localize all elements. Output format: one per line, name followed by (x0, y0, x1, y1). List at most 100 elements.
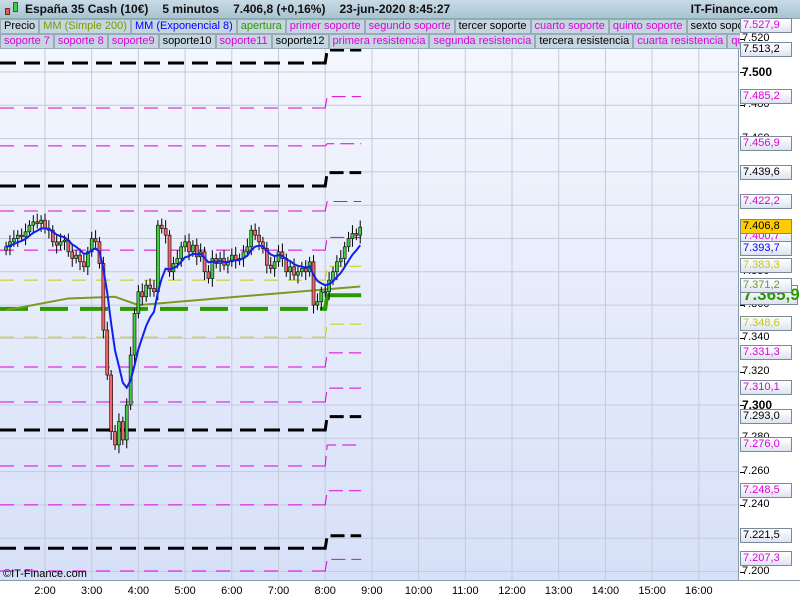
candle-body (354, 233, 359, 236)
legend-item[interactable]: primera resistencia (328, 34, 430, 49)
candle (338, 250, 343, 267)
level-price-label: 7.310,1 (740, 380, 792, 396)
legend-item[interactable]: MM (Exponencial 8) (130, 19, 237, 34)
candle (241, 245, 246, 267)
y-tick (740, 38, 744, 40)
candle-body (136, 291, 141, 314)
x-tick-label: 11:00 (451, 585, 479, 597)
candle-body (323, 291, 328, 294)
legend-item[interactable]: soporte10 (158, 34, 216, 49)
level-price-label: 7.485,2 (740, 88, 792, 104)
candle-body (144, 284, 148, 298)
last-price: 7.406,8 (+0,16%) (233, 2, 326, 16)
candle-body (117, 421, 121, 446)
legend-item[interactable]: MM (Simple 200) (39, 19, 131, 34)
y-tick-label: 7.320 (742, 364, 770, 377)
candle-body (43, 219, 47, 229)
candle-body (70, 251, 75, 259)
legend-item[interactable]: tercer soporte (454, 19, 531, 34)
candle (272, 256, 277, 277)
candle (124, 398, 129, 449)
candle (50, 225, 55, 247)
x-tick-label: 2:00 (34, 585, 56, 597)
candle (15, 230, 20, 247)
candle-body (163, 228, 168, 236)
legend-item[interactable]: quinto soporte (608, 19, 687, 34)
level-line-today (321, 236, 362, 251)
x-tick-label: 6:00 (221, 585, 243, 597)
candle (233, 246, 238, 269)
level-line-today (321, 171, 362, 188)
candle-body (105, 329, 110, 376)
level-line-today (321, 143, 362, 147)
candle (350, 225, 355, 247)
level-price-label: 7.221,5 (740, 527, 792, 543)
level-line-today (321, 48, 362, 65)
legend-item[interactable]: soporte 7 (0, 34, 54, 49)
candle (105, 321, 110, 381)
title-bar: España 35 Cash (10€) 5 minutos 7.406,8 (… (0, 0, 800, 19)
legend-item[interactable]: Precio (0, 19, 40, 34)
candle-body (358, 226, 363, 236)
x-tick-label: 10:00 (404, 585, 433, 597)
candle-body (35, 221, 40, 224)
candle-body (62, 239, 67, 243)
legend-item[interactable]: segunda resistencia (429, 34, 536, 49)
y-tick (740, 105, 744, 107)
legend-item[interactable]: soporte12 (271, 34, 329, 49)
sma200-label: 7.371,2 (740, 278, 792, 294)
legend-item[interactable]: soporte9 (107, 34, 159, 49)
candle-body (327, 279, 331, 293)
candle (66, 233, 71, 257)
candle-body (272, 261, 277, 269)
x-tick-label: 5:00 (174, 585, 196, 597)
legend-item[interactable]: cuarto soporte (530, 19, 609, 34)
candle (198, 243, 203, 262)
candlestick-logo-icon (3, 0, 21, 18)
level-line-today (321, 415, 362, 432)
candle (268, 256, 273, 274)
legend-item[interactable]: segundo soporte (364, 19, 455, 34)
legend-item[interactable]: apertura (236, 19, 286, 34)
candle-body (148, 284, 152, 289)
candle-body (82, 261, 86, 268)
chart-plot-area[interactable] (0, 19, 739, 580)
time-axis[interactable] (0, 580, 800, 600)
candle (210, 250, 215, 287)
candle (230, 248, 234, 267)
x-tick-label: 14:00 (591, 585, 620, 597)
legend-item[interactable]: soporte11 (215, 34, 272, 49)
candle-body (167, 234, 172, 273)
y-tick (740, 504, 744, 506)
legend-item[interactable]: cuarta resistencia (633, 34, 728, 49)
candle-body (152, 288, 156, 293)
candle-body (140, 291, 145, 298)
candle-body (288, 266, 292, 273)
candle-body (342, 246, 347, 259)
level-line-today (321, 352, 362, 368)
candle (226, 256, 230, 274)
candle (296, 266, 300, 284)
candle (109, 370, 113, 440)
x-tick-label: 7:00 (267, 585, 290, 597)
x-tick-label: 13:00 (544, 585, 573, 597)
level-line-today (321, 387, 362, 403)
level-line-today (321, 201, 362, 212)
candle (303, 260, 308, 281)
legend-row-1: Precio MM (Simple 200) MM (Exponencial 8) a… (0, 19, 761, 34)
candle-body (156, 224, 160, 293)
level-price-label: 7.422,2 (740, 193, 792, 209)
legend-item[interactable]: tercera resistencia (535, 34, 634, 49)
candle (358, 220, 363, 244)
candle (43, 213, 47, 234)
level-line-today (321, 534, 362, 550)
y-tick-label: 7.340 (742, 331, 770, 344)
candle (132, 308, 137, 364)
timeframe[interactable]: 5 minutos (162, 2, 219, 16)
legend-item[interactable]: soporte 8 (53, 34, 108, 49)
candle (300, 261, 304, 277)
candle-body (350, 233, 355, 239)
candle-body (335, 261, 339, 273)
candle-body (159, 224, 164, 229)
legend-item[interactable]: primer soporte (285, 19, 365, 34)
